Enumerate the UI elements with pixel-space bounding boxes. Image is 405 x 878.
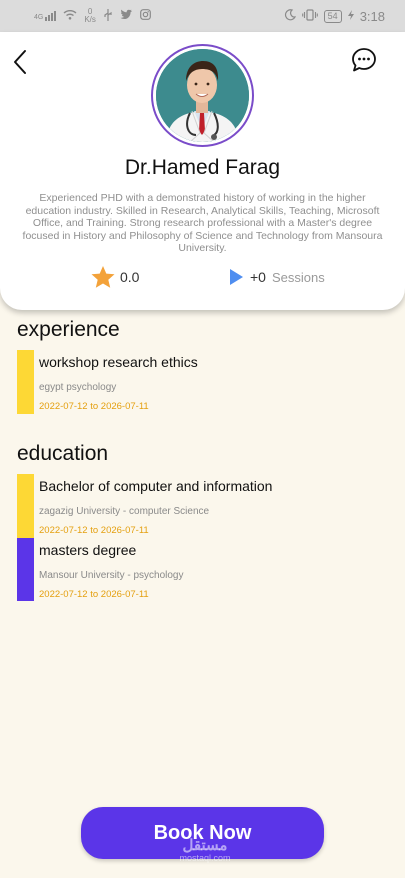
sessions: +0 Sessions xyxy=(228,265,325,289)
back-button[interactable] xyxy=(8,46,32,78)
status-bar: 4G 0 K/s 54 3:18 xyxy=(0,0,405,32)
charging-icon xyxy=(347,9,354,23)
avatar xyxy=(151,44,254,147)
profile-card: Dr.Hamed Farag Experienced PHD with a de… xyxy=(0,32,405,310)
education-item-title: Bachelor of computer and information xyxy=(39,478,273,494)
education-item-color-bar xyxy=(17,474,34,538)
doctor-photo xyxy=(156,49,249,142)
experience-item-dates: 2022-07-12 to 2026-07-11 xyxy=(39,401,149,412)
education-item-subtitle: zagazig University - computer Science xyxy=(39,506,210,517)
chevron-left-icon xyxy=(14,50,26,74)
experience-item-title: workshop research ethics xyxy=(39,354,198,370)
status-bar-right: 54 3:18 xyxy=(284,9,385,24)
chat-button[interactable] xyxy=(350,46,378,74)
signal-icon: 4G xyxy=(34,11,57,21)
education-item: Bachelor of computer and information zag… xyxy=(17,474,377,538)
signal-label: 4G xyxy=(34,14,44,21)
watermark: مستقل mostaql.com xyxy=(160,838,250,863)
status-bar-left: 4G 0 K/s xyxy=(34,8,151,24)
watermark-arabic: مستقل xyxy=(182,837,228,854)
experience-item-color-bar xyxy=(17,350,34,414)
doctor-name: Dr.Hamed Farag xyxy=(124,156,281,179)
usb-icon xyxy=(103,8,113,24)
net-speed-unit: K/s xyxy=(84,15,96,24)
education-item: masters degree Mansour University - psyc… xyxy=(17,538,377,601)
experience-title: experience xyxy=(17,318,120,341)
education-item-subtitle: Mansour University - psychology xyxy=(39,570,184,581)
education-item-dates: 2022-07-12 to 2026-07-11 xyxy=(39,525,149,536)
moon-icon xyxy=(284,8,296,24)
play-icon xyxy=(230,269,243,285)
education-item-title: masters degree xyxy=(39,542,137,558)
instagram-icon xyxy=(140,9,151,23)
doctor-bio: Experienced PHD with a demonstrated hist… xyxy=(22,192,383,254)
sessions-count: +0 xyxy=(250,269,266,285)
status-time: 3:18 xyxy=(359,8,385,24)
battery-indicator: 54 xyxy=(323,9,342,23)
net-speed: 0 K/s xyxy=(84,8,96,24)
vibrate-icon xyxy=(301,8,318,24)
experience-item-subtitle: egypt psychology xyxy=(39,382,117,393)
education-item-color-bar xyxy=(17,538,34,601)
education-item-dates: 2022-07-12 to 2026-07-11 xyxy=(39,589,149,600)
rating-value: 0.0 xyxy=(120,269,140,285)
experience-item: workshop research ethics egypt psycholog… xyxy=(17,350,377,414)
watermark-latin: mostaql.com xyxy=(179,853,231,863)
sessions-label: Sessions xyxy=(271,269,325,285)
education-title: education xyxy=(17,442,109,465)
star-icon xyxy=(91,265,115,288)
rating: 0.0 xyxy=(90,265,139,289)
twitter-icon xyxy=(120,9,133,23)
chat-bubble-icon xyxy=(352,48,376,72)
wifi-icon xyxy=(63,9,77,23)
